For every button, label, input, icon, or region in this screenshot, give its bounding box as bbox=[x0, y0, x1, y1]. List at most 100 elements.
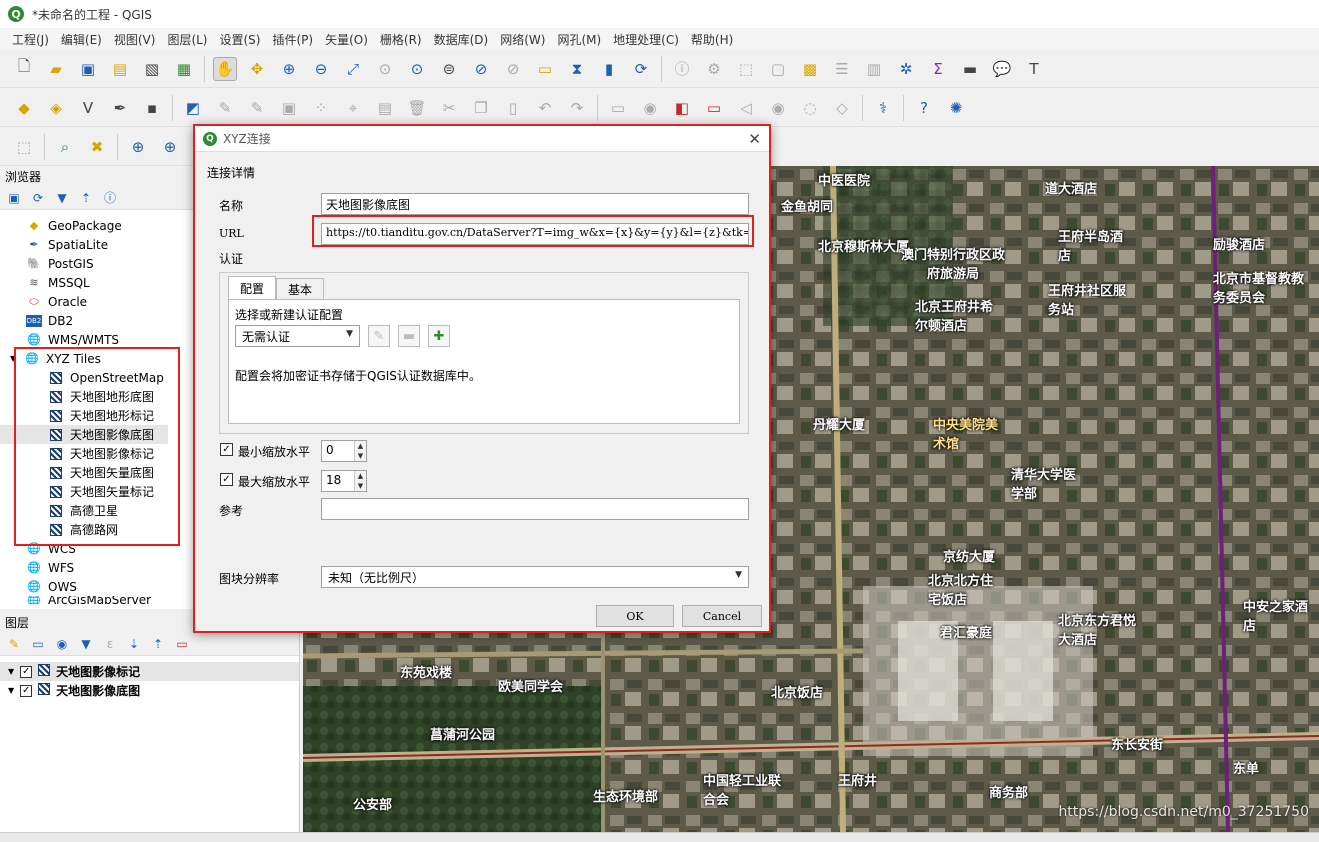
add-xyz-icon[interactable]: ⊕ bbox=[158, 135, 182, 159]
properties-icon[interactable]: ⓘ bbox=[102, 190, 118, 206]
data-source-manager-icon[interactable]: ◆ bbox=[12, 96, 36, 120]
menu-settings[interactable]: 设置(S) bbox=[214, 31, 267, 48]
save-project-icon[interactable]: ▣ bbox=[76, 57, 100, 81]
pan-map-icon[interactable]: ✋ bbox=[213, 56, 237, 81]
processing-toolbox-icon[interactable]: ✲ bbox=[894, 57, 918, 81]
delete-selected-icon[interactable]: 🗑 bbox=[405, 96, 429, 120]
menu-layer[interactable]: 图层(L) bbox=[161, 31, 213, 48]
expression-filter-icon[interactable]: ε bbox=[102, 636, 118, 652]
tile-resolution-select[interactable]: 未知（无比例尺） ▼ bbox=[321, 566, 749, 588]
layer-checkbox[interactable]: ✓ bbox=[20, 684, 33, 697]
name-input[interactable]: 天地图影像底图 bbox=[321, 193, 749, 215]
style-layer-icon[interactable]: ✎ bbox=[6, 636, 22, 652]
tab-config[interactable]: 配置 bbox=[228, 276, 276, 300]
menu-raster[interactable]: 栅格(R) bbox=[374, 31, 428, 48]
label-pin-icon[interactable]: ◉ bbox=[638, 96, 662, 120]
zoom-last-icon[interactable]: ⊘ bbox=[469, 57, 493, 81]
zoom-native-icon[interactable]: ⊜ bbox=[437, 57, 461, 81]
referer-input[interactable] bbox=[321, 498, 749, 520]
zoom-next-icon[interactable]: ⊘ bbox=[501, 57, 525, 81]
label-highlight-icon[interactable]: ◧ bbox=[670, 96, 694, 120]
edit-pencil-icon[interactable]: ✎ bbox=[213, 96, 237, 120]
menu-web[interactable]: 网络(W) bbox=[494, 31, 551, 48]
toggle-edit-icon[interactable]: ✎ bbox=[245, 96, 269, 120]
max-zoom-checkbox[interactable]: ✓ bbox=[220, 473, 233, 486]
menu-database[interactable]: 数据库(D) bbox=[428, 31, 495, 48]
select-features-icon[interactable]: ⚙ bbox=[702, 57, 726, 81]
filter-legend-icon[interactable]: ▼ bbox=[78, 636, 94, 652]
new-spatialite-icon[interactable]: ✒ bbox=[108, 96, 132, 120]
label-change-icon[interactable]: ◇ bbox=[830, 96, 854, 120]
copy-features-icon[interactable]: ❐ bbox=[469, 96, 493, 120]
label-show-icon[interactable]: ◉ bbox=[766, 96, 790, 120]
plugin-icon[interactable]: ✺ bbox=[944, 96, 968, 120]
refresh-browser-icon[interactable]: ⟳ bbox=[30, 190, 46, 206]
tab-basic[interactable]: 基本 bbox=[276, 278, 324, 300]
digitize-icon[interactable]: ◩ bbox=[181, 96, 205, 120]
menu-mesh[interactable]: 网孔(M) bbox=[551, 31, 607, 48]
close-icon[interactable]: ✕ bbox=[748, 130, 761, 148]
ok-button[interactable]: OK bbox=[596, 605, 674, 627]
zoom-full-icon[interactable]: ⤢ bbox=[341, 57, 365, 81]
measure-icon[interactable]: ▬ bbox=[958, 57, 982, 81]
spinner-arrows-icon[interactable]: ▲ ▼ bbox=[354, 471, 366, 491]
layer-checkbox[interactable]: ✓ bbox=[20, 665, 33, 678]
pan-to-selection-icon[interactable]: ✥ bbox=[245, 57, 269, 81]
redo-icon[interactable]: ↷ bbox=[565, 96, 589, 120]
label-move-icon[interactable]: ◁ bbox=[734, 96, 758, 120]
deselect-icon[interactable]: ▢ bbox=[766, 57, 790, 81]
spinner-arrows-icon[interactable]: ▲ ▼ bbox=[354, 441, 366, 461]
new-print-layout-icon[interactable]: ▤ bbox=[108, 57, 132, 81]
new-project-icon[interactable]: 🗋 bbox=[12, 57, 36, 81]
menu-edit[interactable]: 编辑(E) bbox=[55, 31, 108, 48]
vertex-tool-icon[interactable]: ⌖ bbox=[341, 96, 365, 120]
menu-plugins[interactable]: 插件(P) bbox=[266, 31, 319, 48]
modify-attributes-icon[interactable]: ▤ bbox=[373, 96, 397, 120]
zoom-out-icon[interactable]: ⊖ bbox=[309, 57, 333, 81]
collapse-all-icon[interactable]: ⇡ bbox=[150, 636, 166, 652]
identify-icon[interactable]: ⓘ bbox=[670, 57, 694, 81]
add-wms-icon[interactable]: ⊕ bbox=[126, 135, 150, 159]
add-selected-icon[interactable]: ▣ bbox=[6, 190, 22, 206]
zoom-to-layer-icon[interactable]: ⊙ bbox=[405, 57, 429, 81]
cancel-button[interactable]: Cancel bbox=[682, 605, 762, 627]
collapse-all-icon[interactable]: ⇡ bbox=[78, 190, 94, 206]
style-manager-icon[interactable]: ▦ bbox=[172, 57, 196, 81]
layer-row[interactable]: ▼ ✓ 天地图影像标记 bbox=[0, 662, 299, 681]
new-geopackage-icon[interactable]: ◈ bbox=[44, 96, 68, 120]
new-virtual-layer-icon[interactable]: ▪ bbox=[140, 96, 164, 120]
cut-features-icon[interactable]: ✂ bbox=[437, 96, 461, 120]
remove-auth-button[interactable]: ▬ bbox=[398, 325, 420, 347]
layout-manager-icon[interactable]: ▧ bbox=[140, 57, 164, 81]
temporal-icon[interactable]: ⧗ bbox=[565, 57, 589, 81]
select-tool-icon[interactable]: ⬚ bbox=[12, 135, 36, 159]
expand-arrow-icon[interactable]: ▼ bbox=[8, 667, 14, 676]
add-group-icon[interactable]: ▭ bbox=[30, 636, 46, 652]
open-project-icon[interactable]: ▰ bbox=[44, 57, 68, 81]
new-shapefile-icon[interactable]: V bbox=[76, 96, 100, 120]
menu-help[interactable]: 帮助(H) bbox=[685, 31, 739, 48]
min-zoom-checkbox[interactable]: ✓ bbox=[220, 443, 233, 456]
min-zoom-spinner[interactable]: 0 ▲ ▼ bbox=[321, 440, 367, 462]
menu-vector[interactable]: 矢量(O) bbox=[319, 31, 374, 48]
save-edits-icon[interactable]: ▣ bbox=[277, 96, 301, 120]
paste-features-icon[interactable]: ▯ bbox=[501, 96, 525, 120]
attribute-table-icon[interactable]: ☰ bbox=[830, 57, 854, 81]
max-zoom-spinner[interactable]: 18 ▲ ▼ bbox=[321, 470, 367, 492]
zoom-to-selection-icon[interactable]: ⊙ bbox=[373, 57, 397, 81]
refresh-icon[interactable]: ⟳ bbox=[629, 57, 653, 81]
menu-processing[interactable]: 地理处理(C) bbox=[607, 31, 685, 48]
quick-search-icon[interactable]: ⌕ bbox=[53, 135, 77, 159]
label-rotate-icon[interactable]: ◌ bbox=[798, 96, 822, 120]
new-map-view-icon[interactable]: ▭ bbox=[533, 57, 557, 81]
help-icon[interactable]: ? bbox=[912, 96, 936, 120]
add-feature-icon[interactable]: ⁘ bbox=[309, 96, 333, 120]
edit-auth-button[interactable]: ✎ bbox=[368, 325, 390, 347]
select-by-area-icon[interactable]: ⬚ bbox=[734, 57, 758, 81]
add-auth-button[interactable]: ✚ bbox=[428, 325, 450, 347]
quick-tool-icon[interactable]: ✖ bbox=[85, 135, 109, 159]
menu-project[interactable]: 工程(J) bbox=[6, 31, 55, 48]
python-console-icon[interactable]: ⚕ bbox=[871, 96, 895, 120]
text-annotation-icon[interactable]: T bbox=[1022, 57, 1046, 81]
label-toolbar-icon[interactable]: ▭ bbox=[606, 96, 630, 120]
